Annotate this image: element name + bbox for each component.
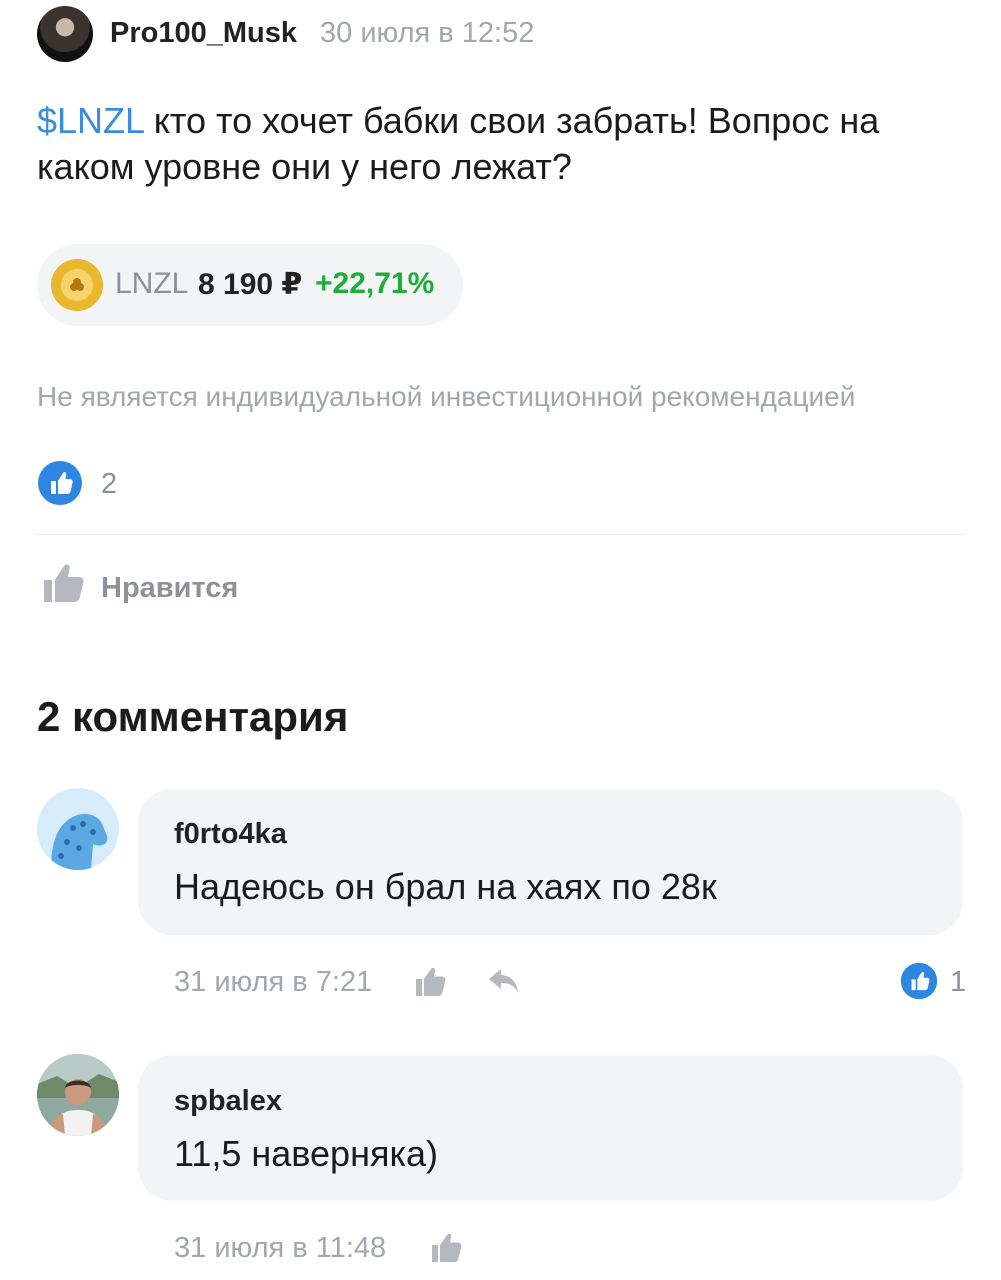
comment-author[interactable]: spbalex <box>174 1085 282 1118</box>
reaction-count: 2 <box>101 468 118 500</box>
avatar[interactable] <box>37 788 119 870</box>
company-logo-icon <box>51 259 103 311</box>
thumbs-up-icon[interactable] <box>430 1230 464 1264</box>
avatar[interactable] <box>37 1054 119 1136</box>
comment-text: 11,5 наверняка) <box>174 1133 438 1174</box>
post-timestamp: 30 июля в 12:52 <box>320 17 535 49</box>
ticker-link[interactable]: $LNZL <box>37 100 144 141</box>
chip-change: +22,71% <box>315 267 435 300</box>
post-body-text: кто то хочет бабки свои забрать! Вопрос … <box>37 100 880 187</box>
chip-ticker: LNZL <box>115 267 189 300</box>
thumbs-up-reaction-icon[interactable] <box>900 962 938 1000</box>
thumbs-up-reaction-icon[interactable] <box>37 460 83 506</box>
thumbs-up-icon[interactable] <box>41 560 87 606</box>
like-button[interactable]: Нравится <box>101 572 238 605</box>
comment-reaction-count: 1 <box>950 966 967 998</box>
comments-title: 2 комментария <box>37 693 349 740</box>
divider <box>37 534 963 535</box>
comment-timestamp: 31 июля в 7:21 <box>174 966 373 998</box>
chip-price: 8 190 ₽ <box>198 268 303 301</box>
comment-text: Надеюсь он брал на хаях по 28к <box>174 866 717 907</box>
post-text: $LNZL кто то хочет бабки свои забрать! В… <box>37 98 977 190</box>
disclaimer: Не является индивидуальной инвестиционно… <box>37 381 856 412</box>
author-avatar[interactable] <box>37 6 93 62</box>
reply-icon[interactable] <box>487 964 521 998</box>
comment-timestamp: 31 июля в 11:48 <box>174 1232 387 1264</box>
comment-author[interactable]: f0rto4ka <box>174 818 287 851</box>
thumbs-up-icon[interactable] <box>414 964 448 998</box>
post-author-name[interactable]: Pro100_Musk <box>110 17 297 50</box>
comment-bubble <box>138 789 963 935</box>
comment-bubble <box>138 1055 963 1201</box>
